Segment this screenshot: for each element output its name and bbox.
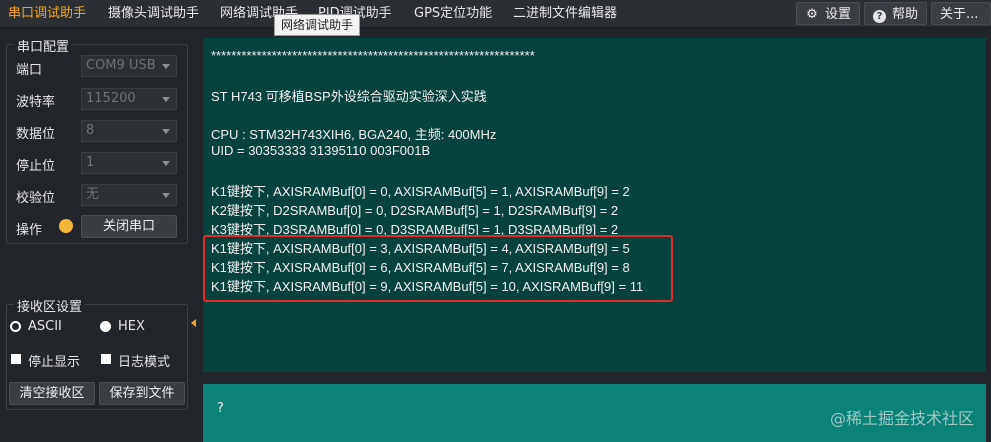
chevron-down-icon: [162, 129, 170, 134]
menu-gps[interactable]: GPS定位功能: [412, 0, 494, 28]
hex-radio[interactable]: [100, 321, 111, 332]
chevron-down-icon: [162, 64, 170, 69]
baud-label: 波特率: [16, 95, 56, 110]
chevron-down-icon: [162, 161, 170, 166]
parity-select[interactable]: 无: [81, 184, 177, 206]
log-mode-label: 日志模式: [118, 355, 171, 370]
baud-value: 115200: [86, 91, 136, 106]
menu-serial-assistant[interactable]: 串口调试助手: [6, 0, 88, 28]
stop-display-checkbox[interactable]: [11, 354, 21, 364]
receive-area[interactable]: ****************************************…: [203, 38, 986, 372]
parity-value: 无: [86, 187, 100, 202]
clear-receive-button[interactable]: 清空接收区: [9, 382, 95, 405]
send-text: ?: [217, 401, 224, 416]
receive-line: UID = 30353333 31395110 003F001B: [211, 143, 431, 158]
stopbits-label: 停止位: [16, 159, 56, 174]
close-port-button[interactable]: 关闭串口: [81, 215, 177, 238]
stop-display-label: 停止显示: [28, 355, 81, 370]
about-button[interactable]: 关于...: [931, 2, 991, 25]
tooltip: 网络调试助手: [274, 14, 361, 36]
port-status-icon: [59, 219, 73, 233]
receive-line: CPU : STM32H743XIH6, BGA240, 主频: 400MHz: [211, 127, 497, 142]
receive-line: K2键按下, D2SRAMBuf[0] = 0, D2SRAMBuf[5] = …: [211, 203, 619, 218]
question-icon: ?: [873, 10, 886, 23]
databits-label: 数据位: [16, 127, 56, 142]
baud-select[interactable]: 115200: [81, 88, 177, 110]
ascii-label: ASCII: [28, 319, 62, 334]
stopbits-select[interactable]: 1: [81, 152, 177, 174]
hex-label: HEX: [118, 319, 145, 334]
recv-settings-title: 接收区设置: [14, 296, 86, 315]
parity-label: 校验位: [16, 191, 56, 206]
send-area[interactable]: ? @稀土掘金技术社区: [203, 384, 986, 442]
port-label: 端口: [16, 63, 43, 78]
highlight-box: [203, 235, 673, 302]
receive-line: K1键按下, AXISRAMBuf[0] = 0, AXISRAMBuf[5] …: [211, 184, 630, 199]
menu-bar: 串口调试助手 摄像头调试助手 网络调试助手 PID调试助手 GPS定位功能 二进…: [0, 0, 991, 28]
serial-config-title: 串口配置: [14, 36, 73, 55]
help-label: 帮助: [892, 7, 919, 22]
settings-button[interactable]: ⚙ 设置: [796, 2, 861, 25]
watermark: @稀土掘金技术社区: [829, 409, 974, 428]
save-to-file-button[interactable]: 保存到文件: [99, 382, 185, 405]
about-label: 关于...: [940, 7, 979, 22]
ascii-radio[interactable]: [10, 321, 21, 332]
port-value: COM9 USB: [86, 58, 156, 73]
settings-label: 设置: [825, 7, 852, 22]
port-select[interactable]: COM9 USB: [81, 55, 177, 77]
log-mode-checkbox[interactable]: [101, 354, 111, 364]
databits-value: 8: [86, 123, 95, 138]
databits-select[interactable]: 8: [81, 120, 177, 142]
receive-line: ****************************************…: [211, 48, 535, 63]
chevron-down-icon: [162, 193, 170, 198]
stopbits-value: 1: [86, 155, 95, 170]
menu-camera-assistant[interactable]: 摄像头调试助手: [106, 0, 201, 28]
collapse-arrow-icon[interactable]: [191, 319, 196, 327]
operation-label: 操作: [16, 223, 43, 238]
menu-binary-editor[interactable]: 二进制文件编辑器: [511, 0, 619, 28]
gear-icon: ⚙: [806, 7, 818, 22]
help-button[interactable]: ? 帮助: [864, 2, 928, 25]
receive-line: ST H743 可移植BSP外设综合驱动实验深入实践: [211, 89, 487, 104]
chevron-down-icon: [162, 97, 170, 102]
